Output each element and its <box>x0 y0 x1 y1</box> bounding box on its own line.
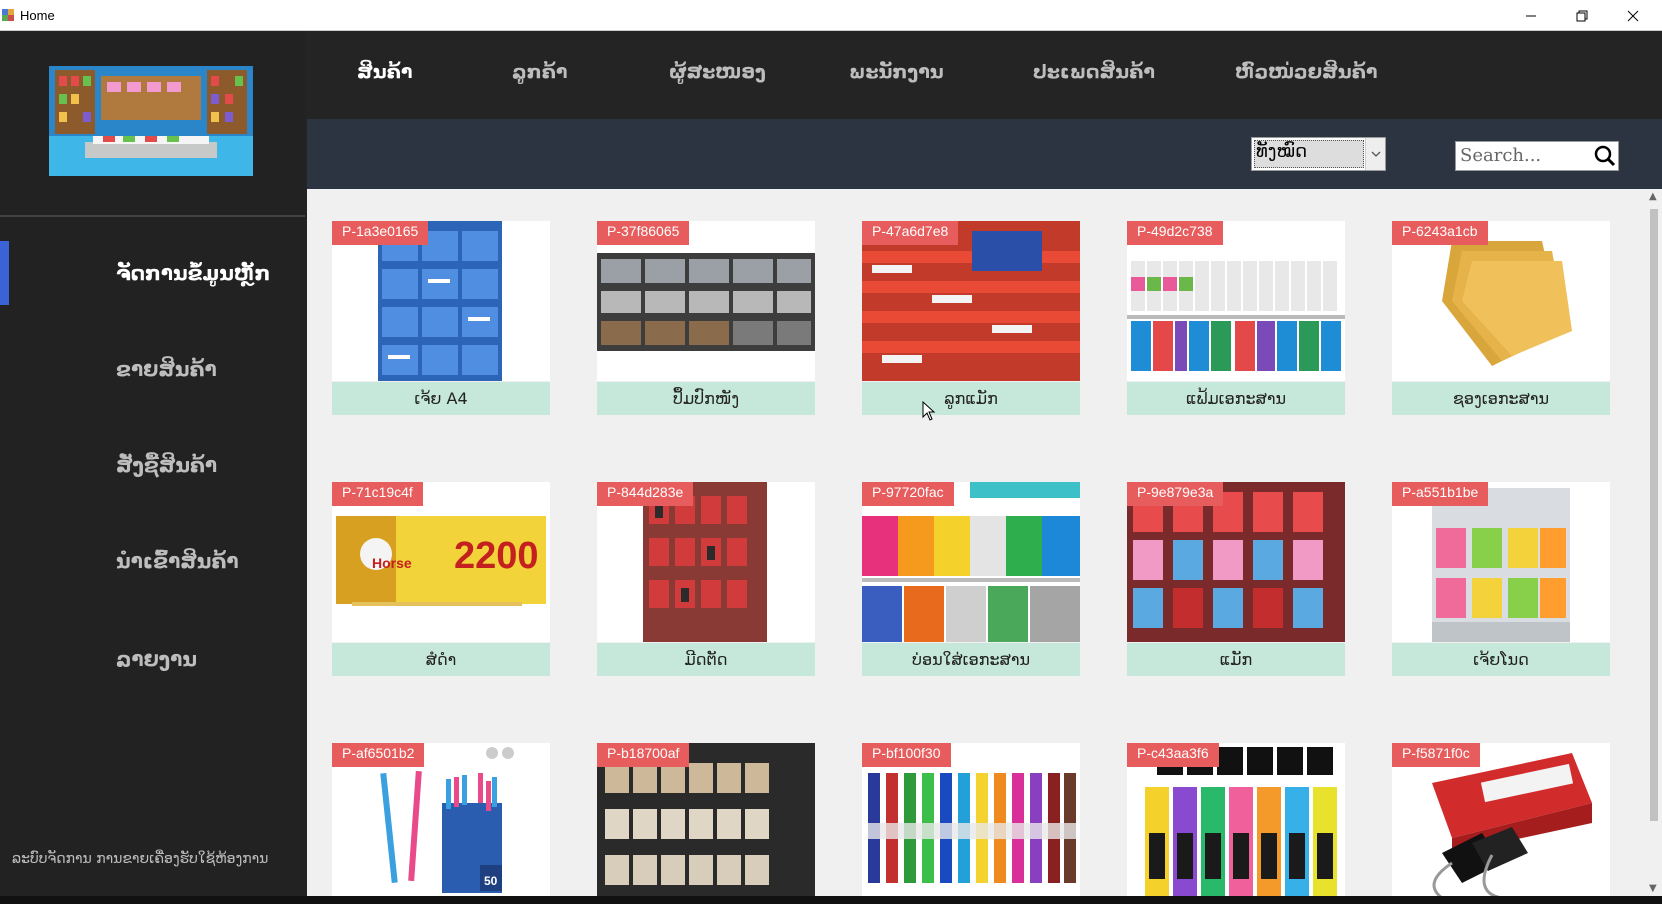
app-icon <box>2 9 14 21</box>
product-image: Horse 2200 <box>332 482 550 642</box>
top-nav: ສິນຄ້າ ລູກຄ້າ ຜູ້ສະໜອງ ພະນັກງານ ປະເພດສິນ… <box>305 31 1662 119</box>
pencil-brand: Horse <box>372 555 412 571</box>
filter-bar: ທັງໝົດ Search... <box>307 119 1662 189</box>
product-code: P-bf100f30 <box>862 743 951 767</box>
store-logo <box>49 66 253 176</box>
restore-icon <box>1576 10 1588 21</box>
sidebar-item-label: ຈັດການຂໍ້ມູນຫຼັກ <box>116 261 271 285</box>
product-card[interactable]: P-37f86065 ປຶ້ມປົກໜັງ <box>597 221 815 416</box>
mouse-cursor-icon <box>922 401 936 421</box>
sidebar-item-label: ຂາຍສິນຄ້າ <box>116 357 217 381</box>
product-name: ປຶ້ມປົກໜັງ <box>597 382 815 415</box>
product-image <box>597 221 815 381</box>
product-code: P-97720fac <box>862 482 954 506</box>
sidebar-item-label: ນຳເຂົ້າສິນຄ້າ <box>116 549 239 573</box>
product-image <box>1127 482 1345 642</box>
tab-customers[interactable]: ລູກຄ້າ <box>512 61 567 83</box>
vertical-scrollbar[interactable]: ▲ ▼ <box>1646 189 1662 899</box>
product-image <box>862 482 1080 642</box>
sidebar-item-import[interactable]: ນຳເຂົ້າສິນຄ້າ <box>0 529 305 593</box>
product-card[interactable]: P-f5871f0c <box>1392 743 1610 899</box>
product-name: ສໍດຳ <box>332 643 550 676</box>
product-card[interactable]: Horse 2200 P-71c19c4f ສໍດຳ <box>332 482 550 677</box>
product-card[interactable]: P-844d283e ມີດຕັດ <box>597 482 815 677</box>
sidebar-divider <box>0 215 305 217</box>
product-card[interactable]: P-c43aa3f6 <box>1127 743 1345 899</box>
active-indicator <box>0 241 9 305</box>
minimize-icon <box>1526 15 1536 16</box>
product-image <box>862 221 1080 381</box>
product-name: ແມັກ <box>1127 643 1345 676</box>
product-card[interactable]: P-47a6d7e8 ລູກແມັກ <box>862 221 1080 416</box>
tab-suppliers[interactable]: ຜູ້ສະໜອງ <box>669 61 766 83</box>
window-title: Home <box>20 8 55 23</box>
title-bar: Home <box>0 0 1662 31</box>
search-box[interactable]: Search... <box>1455 141 1619 171</box>
product-name: ຊອງເອກະສານ <box>1392 382 1610 415</box>
footer-caption: ລະບົບຈັດການ ການຂາຍເຄື່ອງຮັບໃຊ້ຫ້ອງການ <box>12 851 269 867</box>
product-card[interactable]: P-bf100f30 <box>862 743 1080 899</box>
product-grid: P-1a3e0165 ເຈ້ຍ A4 P-37f86065 ປຶ້ມປົກໜັງ <box>307 189 1646 899</box>
sidebar-item-sales[interactable]: ຂາຍສິນຄ້າ <box>0 337 305 401</box>
product-code: P-b18700af <box>597 743 690 767</box>
close-button[interactable] <box>1608 0 1658 31</box>
tab-categories[interactable]: ປະເພດສິນຄ້າ <box>1033 61 1155 83</box>
product-image <box>1392 482 1610 642</box>
product-name: ລູກແມັກ <box>862 382 1080 415</box>
sidebar-item-label: ລາຍງານ <box>116 647 197 671</box>
scroll-up-icon[interactable]: ▲ <box>1649 191 1657 202</box>
minimize-button[interactable] <box>1506 0 1556 31</box>
product-code: P-f5871f0c <box>1392 743 1480 767</box>
search-input[interactable]: Search... <box>1460 145 1541 166</box>
tab-products[interactable]: ສິນຄ້າ <box>357 61 412 83</box>
product-name: ແຟ້ມເອກະສານ <box>1127 382 1345 415</box>
product-code: P-49d2c738 <box>1127 221 1223 245</box>
sidebar-item-reports[interactable]: ລາຍງານ <box>0 627 305 691</box>
product-card[interactable]: 50 P-af6501b2 <box>332 743 550 899</box>
product-image <box>1127 221 1345 381</box>
sidebar-item-master-data[interactable]: ຈັດການຂໍ້ມູນຫຼັກ <box>0 241 305 305</box>
product-code: P-844d283e <box>597 482 694 506</box>
scroll-down-icon[interactable]: ▼ <box>1649 883 1657 894</box>
close-icon <box>1627 10 1639 21</box>
product-code: P-c43aa3f6 <box>1127 743 1219 767</box>
pencil-model: 2200 <box>454 535 539 577</box>
product-card[interactable]: P-6243a1cb ຊອງເອກະສານ <box>1392 221 1610 416</box>
app-window: Home ຈັດການຂໍ້ມູນຫຼັກ ຂາຍສິນຄ້າ ສັ່ງຊື້ສ… <box>0 0 1662 904</box>
product-card[interactable]: P-97720fac ບ່ອນໃສ່ເອກະສານ <box>862 482 1080 677</box>
category-select[interactable]: ທັງໝົດ <box>1251 137 1386 171</box>
product-code: P-6243a1cb <box>1392 221 1488 245</box>
product-code: P-1a3e0165 <box>332 221 429 245</box>
product-name: ເຈ້ຍໂນດ <box>1392 643 1610 676</box>
product-code: P-71c19c4f <box>332 482 423 506</box>
product-image <box>332 221 550 381</box>
product-code: P-47a6d7e8 <box>862 221 959 245</box>
product-name: ເຈ້ຍ A4 <box>332 382 550 415</box>
bottom-edge <box>0 896 1662 904</box>
tab-units[interactable]: ຫົວໜ່ວຍສິນຄ້າ <box>1235 61 1377 83</box>
product-card[interactable]: P-49d2c738 ແຟ້ມເອກະສານ <box>1127 221 1345 416</box>
product-card[interactable]: P-1a3e0165 ເຈ້ຍ A4 <box>332 221 550 416</box>
product-code: P-af6501b2 <box>332 743 425 767</box>
sidebar: ຈັດການຂໍ້ມູນຫຼັກ ຂາຍສິນຄ້າ ສັ່ງຊື້ສິນຄ້າ… <box>0 31 305 904</box>
product-code: P-9e879e3a <box>1127 482 1224 506</box>
product-card[interactable]: P-b18700af <box>597 743 815 899</box>
product-card[interactable]: P-9e879e3a ແມັກ <box>1127 482 1345 677</box>
product-image <box>1392 221 1610 381</box>
product-name: ບ່ອນໃສ່ເອກະສານ <box>862 643 1080 676</box>
product-image <box>597 482 815 642</box>
product-name: ມີດຕັດ <box>597 643 815 676</box>
product-card[interactable]: P-a551b1be ເຈ້ຍໂນດ <box>1392 482 1610 677</box>
sidebar-item-orders[interactable]: ສັ່ງຊື້ສິນຄ້າ <box>0 433 305 497</box>
sidebar-item-label: ສັ່ງຊື້ສິນຄ້າ <box>116 453 218 477</box>
pens-count: 50 <box>484 874 498 888</box>
restore-button[interactable] <box>1557 0 1607 31</box>
product-code: P-a551b1be <box>1392 482 1489 506</box>
search-icon[interactable] <box>1594 145 1616 167</box>
category-select-value: ທັງໝົດ <box>1256 141 1308 162</box>
chevron-down-icon[interactable] <box>1365 138 1385 170</box>
scroll-thumb[interactable] <box>1650 209 1658 821</box>
product-code: P-37f86065 <box>597 221 690 245</box>
tab-employees[interactable]: ພະນັກງານ <box>849 61 944 83</box>
